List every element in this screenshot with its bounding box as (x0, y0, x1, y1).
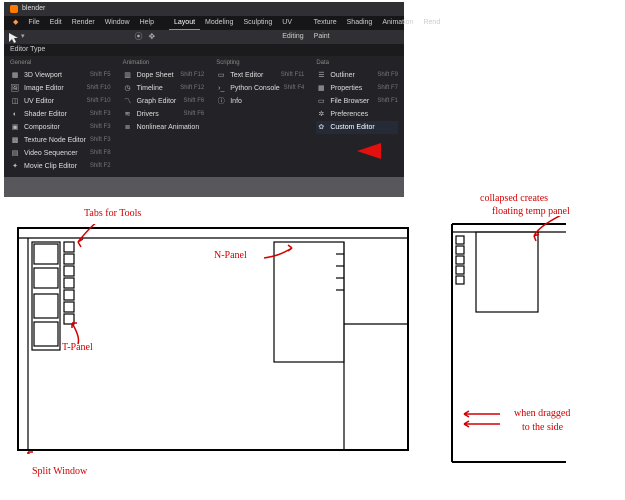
item-info[interactable]: ⓘ Info (216, 95, 304, 108)
workspace-modeling[interactable]: Modeling (200, 16, 238, 30)
item-python-console[interactable]: ›_ Python Console Shift F4 (216, 82, 304, 95)
col-general: General ▦ 3D Viewport Shift F5 🖼 Image E… (4, 56, 117, 177)
blender-screenshot: blender ◆ File Edit Render Window Help L… (4, 2, 404, 197)
item-uv-editor[interactable]: ◫ UV Editor Shift F10 (10, 95, 111, 108)
item-movie-clip[interactable]: ✦ Movie Clip Editor Shift F2 (10, 160, 111, 173)
item-compositor[interactable]: ▣ Compositor Shift F3 (10, 121, 111, 134)
blender-app-icon[interactable]: ◆ (8, 16, 23, 30)
workspace-animation[interactable]: Animation (377, 16, 418, 30)
annot-n-panel: N-Panel (214, 250, 247, 261)
workspace-uv[interactable]: UV Editing (277, 16, 308, 30)
item-drivers[interactable]: ≋ Drivers Shift F6 (123, 108, 205, 121)
annot-t-panel: T-Panel (62, 342, 93, 353)
graph-icon: 〽 (123, 97, 133, 107)
annot-collapsed-1: collapsed creates (480, 193, 548, 204)
workspace-texpaint[interactable]: Texture Paint (309, 16, 342, 30)
annot-dragged-1: when dragged (514, 408, 570, 419)
nla-icon: ≣ (123, 123, 133, 133)
drivers-icon: ≋ (123, 110, 133, 120)
annot-tabs-tools: Tabs for Tools (84, 208, 141, 219)
menu-file[interactable]: File (23, 16, 44, 30)
viewport-icon: ▦ (10, 71, 20, 81)
text-icon: ▭ (216, 71, 226, 81)
item-video-sequencer[interactable]: ▤ Video Sequencer Shift F8 (10, 147, 111, 160)
workspace-layout[interactable]: Layout (169, 16, 200, 30)
video-icon: ▤ (10, 149, 20, 159)
timeline-icon: ◷ (123, 84, 133, 94)
item-graph-editor[interactable]: 〽 Graph Editor Shift F6 (123, 95, 205, 108)
dope-icon: ▥ (123, 71, 133, 81)
annot-collapsed-2: floating temp panel (492, 206, 570, 217)
app-title: blender (22, 2, 45, 16)
item-tex-node-editor[interactable]: ▩ Texture Node Editor Shift F3 (10, 134, 111, 147)
item-outliner[interactable]: ☰ Outliner Shift F9 (316, 69, 398, 82)
blender-logo-icon (10, 5, 18, 13)
console-icon: ›_ (216, 84, 226, 94)
pivot-icon[interactable]: ⦿ (135, 30, 143, 44)
uv-icon: ◫ (10, 97, 20, 107)
workspace-shading[interactable]: Shading (342, 16, 378, 30)
props-icon: ▦ (316, 84, 326, 94)
col-scripting-title: Scripting (216, 60, 304, 66)
workspace-rendering[interactable]: Rend (418, 16, 445, 30)
item-shader-editor[interactable]: ◐ Shader Editor Shift F3 (10, 108, 111, 121)
image-icon: 🖼 (10, 84, 20, 94)
annot-split-window: Split Window (32, 466, 87, 477)
menu-help[interactable]: Help (135, 16, 159, 30)
top-menubar: ◆ File Edit Render Window Help Layout Mo… (4, 16, 404, 30)
col-animation-title: Animation (123, 60, 205, 66)
item-custom-editor[interactable]: ✿ Custom Editor (316, 121, 398, 134)
item-3d-viewport[interactable]: ▦ 3D Viewport Shift F5 (10, 69, 111, 82)
movieclip-icon: ✦ (10, 162, 20, 172)
item-image-editor[interactable]: 🖼 Image Editor Shift F10 (10, 82, 111, 95)
sketch-main-window: Tabs for Tools N-Panel T-Panel (14, 224, 409, 454)
snap-icon[interactable]: ✥ (149, 30, 156, 44)
window-titlebar: blender (4, 2, 404, 16)
workspace-sculpting[interactable]: Sculpting (238, 16, 277, 30)
item-timeline[interactable]: ◷ Timeline Shift F12 (123, 82, 205, 95)
item-properties[interactable]: ▦ Properties Shift F7 (316, 82, 398, 95)
col-general-title: General (10, 60, 111, 66)
custom-icon: ✿ (316, 123, 326, 133)
item-dope-sheet[interactable]: ▥ Dope Sheet Shift F12 (123, 69, 205, 82)
col-animation: Animation ▥ Dope Sheet Shift F12 ◷ Timel… (117, 56, 211, 177)
menu-edit[interactable]: Edit (45, 16, 67, 30)
col-data-title: Data (316, 60, 398, 66)
texnode-icon: ▩ (10, 136, 20, 146)
annot-dragged-2: to the side (522, 422, 563, 433)
editor-type-header: Editor Type (4, 44, 404, 56)
prefs-icon: ✲ (316, 110, 326, 120)
menu-render[interactable]: Render (67, 16, 100, 30)
editor-typebar: ▾ ⦿ ✥ (4, 30, 404, 44)
filebrowser-icon: ▭ (316, 97, 326, 107)
editor-type-panel: General ▦ 3D Viewport Shift F5 🖼 Image E… (4, 56, 404, 177)
info-icon: ⓘ (216, 97, 226, 107)
sketch-collapsed-window (448, 216, 613, 472)
menu-window[interactable]: Window (100, 16, 135, 30)
item-file-browser[interactable]: ▭ File Browser Shift F1 (316, 95, 398, 108)
col-scripting: Scripting ▭ Text Editor Shift F11 ›_ Pyt… (210, 56, 310, 177)
shader-icon: ◐ (10, 110, 20, 120)
compositor-icon: ▣ (10, 123, 20, 133)
item-preferences[interactable]: ✲ Preferences (316, 108, 398, 121)
outliner-icon: ☰ (316, 71, 326, 81)
red-pointer-arrow-icon (357, 143, 381, 159)
item-nla[interactable]: ≣ Nonlinear Animation (123, 121, 205, 134)
item-text-editor[interactable]: ▭ Text Editor Shift F11 (216, 69, 304, 82)
cursor-tool-icon[interactable] (8, 32, 18, 42)
